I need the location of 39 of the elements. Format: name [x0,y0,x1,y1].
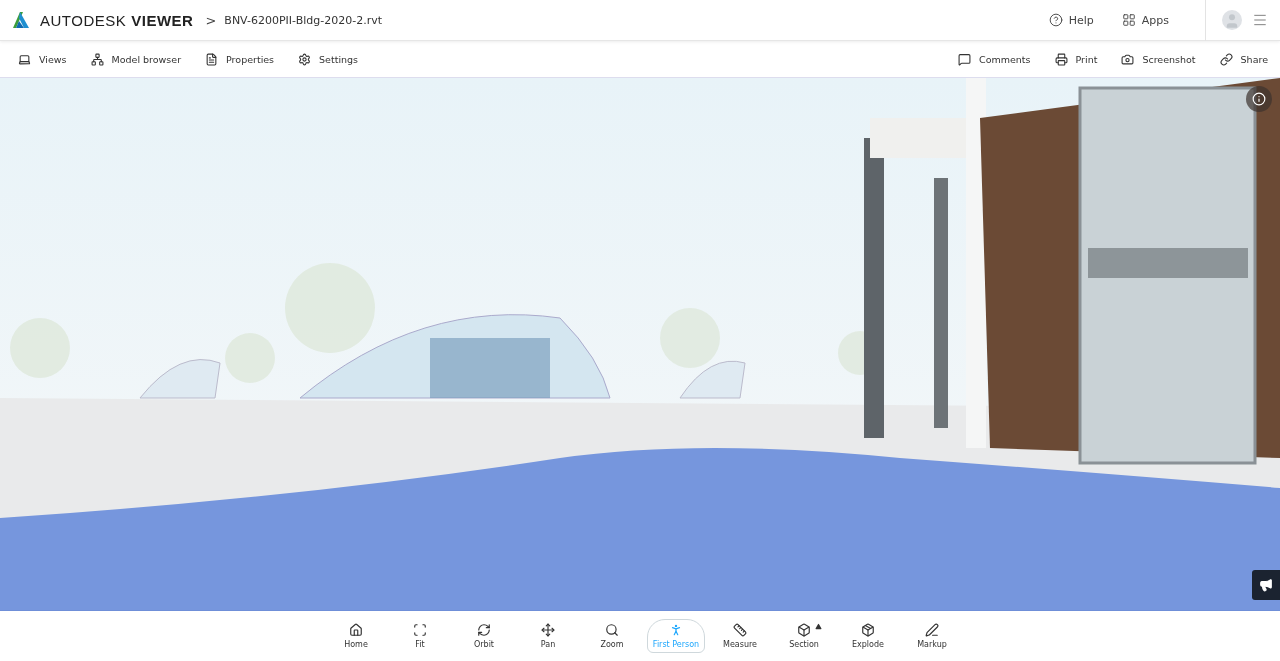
person-icon [669,623,683,637]
print-button[interactable]: Print [1054,52,1098,66]
properties-icon [205,52,219,66]
markup-icon [925,623,939,637]
announcement-button[interactable] [1252,570,1280,600]
caret-icon [815,623,822,630]
model-icon [90,52,104,66]
measure-icon [733,623,747,637]
brand-name: AUTODESK VIEWER [40,11,194,29]
zoom-icon [605,623,619,637]
apps-link[interactable]: Apps [1121,13,1169,27]
pan-icon [541,623,555,637]
help-icon [1048,13,1063,27]
file-name: BNV-6200PII-Bldg-2020-2.rvt [224,13,382,27]
print-icon [1054,52,1068,66]
megaphone-icon [1259,578,1273,592]
breadcrumb-separator: > [205,12,217,28]
properties-button[interactable]: Properties [205,52,275,66]
settings-button[interactable]: Settings [298,52,359,66]
section-icon [797,623,811,637]
explode-icon [861,623,875,637]
fit-icon [413,623,427,637]
settings-icon [298,52,312,66]
comments-button[interactable]: Comments [958,52,1031,66]
orbit-icon [477,623,491,637]
views-button[interactable]: Views [18,52,67,66]
apps-icon [1121,13,1136,27]
share-icon [1219,52,1233,66]
home-icon [349,623,363,637]
logo-icon [12,11,30,29]
share-button[interactable]: Share [1219,52,1268,66]
menu-icon[interactable] [1252,12,1268,28]
info-icon [1252,92,1266,106]
comments-icon [958,52,972,66]
model-button[interactable]: Model browser [90,52,182,66]
screenshot-icon [1121,52,1135,66]
views-icon [18,52,31,66]
screenshot-button[interactable]: Screenshot [1121,52,1196,66]
help-link[interactable]: Help [1048,13,1094,27]
